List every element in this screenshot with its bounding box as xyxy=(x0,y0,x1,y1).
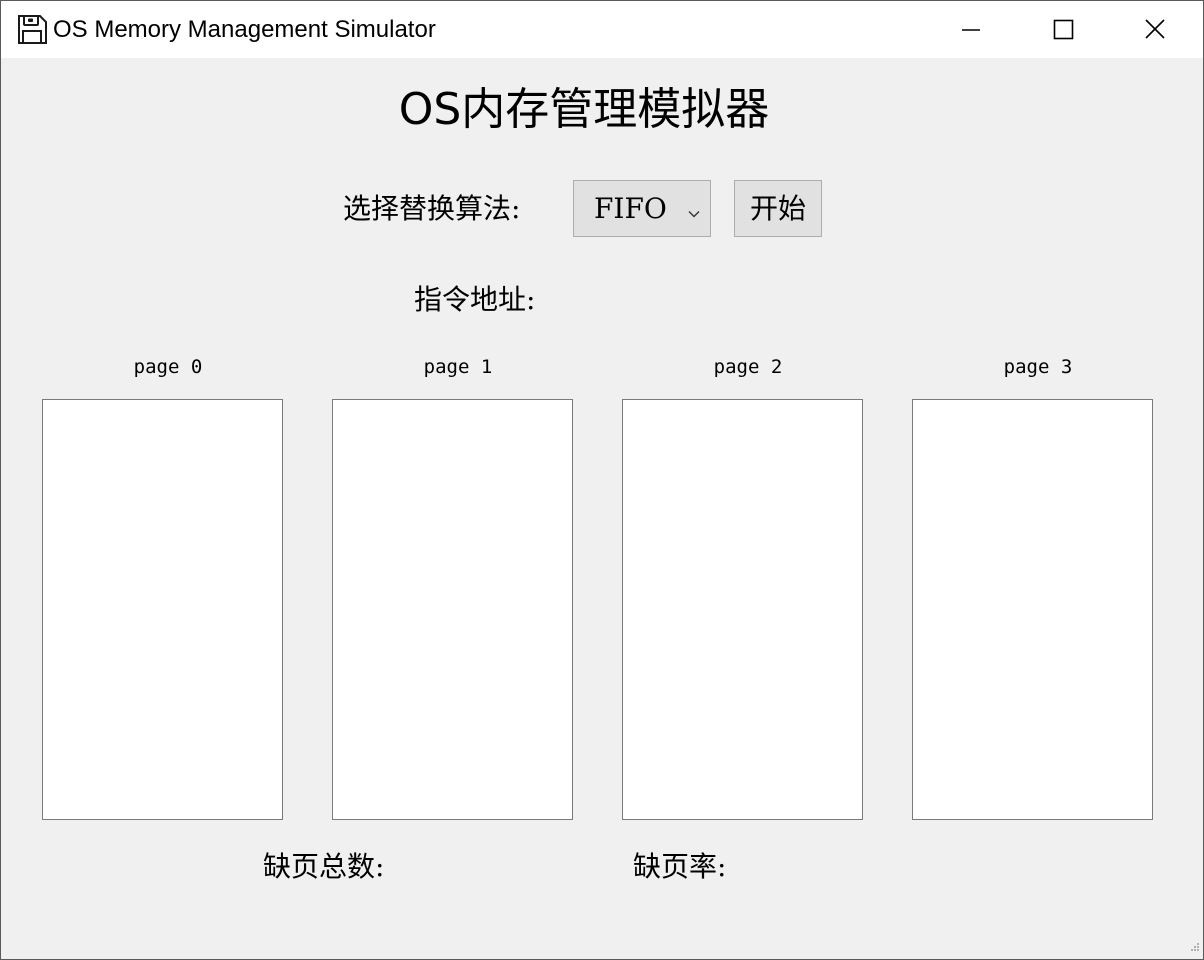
app-heading: OS内存管理模拟器 xyxy=(398,84,770,135)
page-1-label: page 1 xyxy=(423,356,493,378)
algorithm-select[interactable]: FIFO xyxy=(573,180,711,237)
chevron-down-icon xyxy=(688,203,700,222)
algorithm-select-value: FIFO xyxy=(594,192,667,225)
page-2-label: page 2 xyxy=(713,356,783,378)
start-button[interactable]: 开始 xyxy=(734,180,822,237)
floppy-disk-icon xyxy=(16,14,48,46)
page-1-frame xyxy=(332,399,573,820)
page-0-frame xyxy=(42,399,283,820)
app-window: OS Memory Management Simulator OS内存管理模拟器… xyxy=(0,0,1204,960)
close-button[interactable] xyxy=(1109,1,1201,58)
page-2-frame xyxy=(622,399,863,820)
minimize-button[interactable] xyxy=(925,1,1017,58)
page-fault-count-label: 缺页总数: xyxy=(263,850,385,883)
resize-grip-icon[interactable] xyxy=(1190,937,1200,956)
page-3-label: page 3 xyxy=(1003,356,1073,378)
title-bar[interactable]: OS Memory Management Simulator xyxy=(1,1,1203,58)
page-0-label: page 0 xyxy=(133,356,203,378)
close-icon xyxy=(1145,19,1165,39)
instruction-address-label: 指令地址: xyxy=(414,283,536,316)
maximize-icon xyxy=(1053,19,1074,40)
maximize-button[interactable] xyxy=(1017,1,1109,58)
page-fault-rate-label: 缺页率: xyxy=(633,850,727,883)
algorithm-label: 选择替换算法: xyxy=(343,192,521,225)
window-title: OS Memory Management Simulator xyxy=(53,16,436,43)
page-3-frame xyxy=(912,399,1153,820)
minimize-icon xyxy=(962,29,980,31)
